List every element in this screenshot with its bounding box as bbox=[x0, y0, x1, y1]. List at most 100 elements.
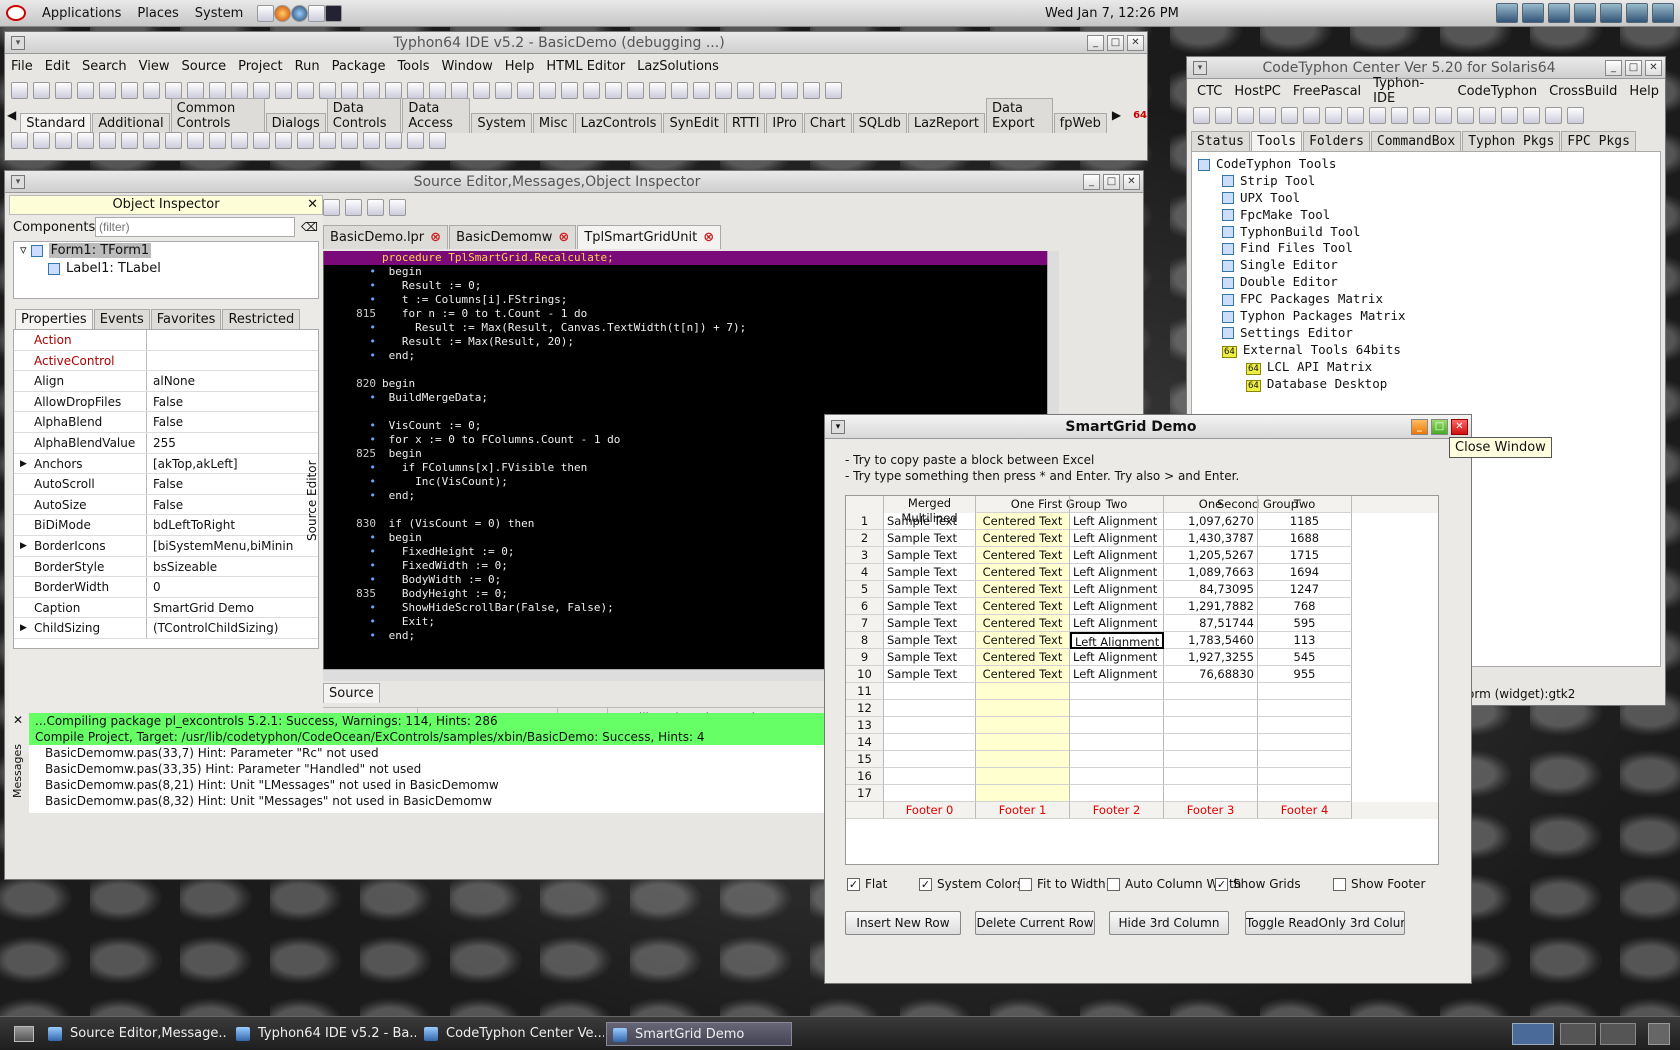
toolbar-action-icon[interactable] bbox=[671, 81, 688, 99]
center-menu-codetyphon[interactable]: CodeTyphon bbox=[1452, 84, 1544, 99]
menu-project[interactable]: Project bbox=[232, 59, 288, 74]
menu-package[interactable]: Package bbox=[326, 59, 392, 74]
palette-tab-synedit[interactable]: SynEdit bbox=[663, 112, 725, 133]
center-tool-icon[interactable] bbox=[1391, 106, 1408, 124]
tools-tree-item[interactable]: 64 External Tools 64bits bbox=[1192, 342, 1660, 359]
cell-value-one[interactable] bbox=[1164, 751, 1258, 768]
cell-left-alignment[interactable]: Left Alignment bbox=[1070, 615, 1164, 632]
component-icon[interactable] bbox=[165, 131, 182, 149]
typhon-tray-icon[interactable] bbox=[1496, 3, 1518, 23]
cell-sample-text[interactable] bbox=[884, 734, 976, 751]
message-line[interactable]: ...Compiling package pl_excontrols 5.2.1… bbox=[29, 713, 829, 729]
delete-current-row-button[interactable]: Delete Current Row bbox=[975, 911, 1095, 935]
center-tool-icon[interactable] bbox=[1237, 106, 1254, 124]
inspector-tab-events[interactable]: Events bbox=[93, 309, 150, 329]
tools-tree-item[interactable]: Settings Editor bbox=[1192, 325, 1660, 342]
cell-centered-text[interactable] bbox=[976, 751, 1070, 768]
cell-value-one[interactable]: 1,205,5267 bbox=[1164, 547, 1258, 564]
cell-left-alignment[interactable]: Left Alignment bbox=[1070, 564, 1164, 581]
grid-spacer[interactable] bbox=[846, 496, 976, 513]
toolbar-action-icon[interactable] bbox=[605, 81, 622, 99]
hide-3rd-column-button[interactable]: Hide 3rd Column bbox=[1109, 911, 1229, 935]
toolbar-action-icon[interactable] bbox=[715, 81, 732, 99]
workspace-2[interactable] bbox=[1560, 1023, 1596, 1045]
row-number[interactable]: 13 bbox=[846, 717, 884, 734]
row-number[interactable]: 6 bbox=[846, 598, 884, 615]
component-icon[interactable] bbox=[253, 131, 270, 149]
cell-value-two[interactable] bbox=[1258, 683, 1352, 700]
checkbox-show-grids[interactable]: ✓ Show Grids bbox=[1215, 877, 1301, 891]
center-tool-icon[interactable] bbox=[1303, 106, 1320, 124]
cell-left-alignment[interactable] bbox=[1070, 785, 1164, 802]
cell-value-one[interactable]: 1,927,3255 bbox=[1164, 649, 1258, 666]
cell-centered-text[interactable] bbox=[976, 717, 1070, 734]
grid-footer[interactable]: Footer 2 bbox=[1070, 802, 1164, 819]
center-tab-fpc-pkgs[interactable]: FPC Pkgs bbox=[1561, 131, 1636, 151]
center-tool-icon[interactable] bbox=[1413, 106, 1430, 124]
toolbar-action-icon[interactable] bbox=[231, 81, 248, 99]
cell-left-alignment[interactable]: Left Alignment bbox=[1070, 547, 1164, 564]
cell-value-one[interactable] bbox=[1164, 683, 1258, 700]
cell-centered-text[interactable] bbox=[976, 768, 1070, 785]
cell-value-two[interactable] bbox=[1258, 700, 1352, 717]
toolbar-action-icon[interactable] bbox=[407, 81, 424, 99]
center-tool-icon[interactable] bbox=[1523, 106, 1540, 124]
home-icon[interactable] bbox=[257, 4, 275, 22]
forward-icon[interactable] bbox=[389, 198, 406, 216]
checkbox-fit-to-width[interactable]: Fit to Width bbox=[1019, 877, 1106, 891]
property-value[interactable]: SmartGrid Demo bbox=[147, 598, 318, 618]
cell-value-one[interactable] bbox=[1164, 734, 1258, 751]
cell-value-one[interactable] bbox=[1164, 785, 1258, 802]
property-value[interactable]: False bbox=[147, 392, 318, 412]
cell-centered-text[interactable] bbox=[976, 734, 1070, 751]
component-icon[interactable] bbox=[209, 131, 226, 149]
property-row[interactable]: AllowDropFiles False bbox=[14, 391, 318, 413]
toolbar-action-icon[interactable] bbox=[143, 81, 160, 99]
component-icon[interactable] bbox=[407, 131, 424, 149]
component-icon[interactable] bbox=[77, 131, 94, 149]
cell-left-alignment[interactable] bbox=[1070, 768, 1164, 785]
tools-tree-item[interactable]: FpcMake Tool bbox=[1192, 207, 1660, 224]
cell-left-alignment[interactable] bbox=[1070, 700, 1164, 717]
component-icon[interactable] bbox=[275, 131, 292, 149]
grid-row[interactable]: 17 bbox=[846, 785, 1438, 802]
cell-left-alignment[interactable] bbox=[1070, 717, 1164, 734]
center-tool-icon[interactable] bbox=[1281, 106, 1298, 124]
cell-sample-text[interactable]: Sample Text bbox=[884, 632, 976, 649]
cell-value-two[interactable] bbox=[1258, 717, 1352, 734]
workspace-3[interactable] bbox=[1600, 1023, 1636, 1045]
property-value[interactable]: False bbox=[147, 495, 318, 515]
tools-tree-item[interactable]: 64 Database Desktop bbox=[1192, 376, 1660, 393]
component-filter-input[interactable] bbox=[95, 217, 295, 237]
toolbar-action-icon[interactable] bbox=[99, 81, 116, 99]
center-menu-hostpc[interactable]: HostPC bbox=[1228, 84, 1287, 99]
cell-centered-text[interactable] bbox=[976, 785, 1070, 802]
menu-view[interactable]: View bbox=[133, 59, 176, 74]
toolbar-action-icon[interactable] bbox=[165, 81, 182, 99]
tab-close-icon[interactable]: ⊗ bbox=[430, 230, 441, 245]
palette-right-arrow-icon[interactable]: ▶ bbox=[1112, 108, 1121, 122]
cell-value-two[interactable]: 1688 bbox=[1258, 530, 1352, 547]
toolbar-action-icon[interactable] bbox=[363, 81, 380, 99]
palette-tab-misc[interactable]: Misc bbox=[532, 112, 574, 133]
cell-left-alignment[interactable] bbox=[1070, 683, 1164, 700]
cell-value-two[interactable] bbox=[1258, 785, 1352, 802]
component-icon[interactable] bbox=[187, 131, 204, 149]
center-tab-folders[interactable]: Folders bbox=[1303, 131, 1370, 151]
center-tool-icon[interactable] bbox=[1501, 106, 1518, 124]
toolbar-action-icon[interactable] bbox=[583, 81, 600, 99]
palette-tab-lazcontrols[interactable]: LazControls bbox=[574, 112, 663, 133]
window-menu-icon[interactable]: ▾ bbox=[11, 174, 25, 189]
grid-footer[interactable]: Footer 3 bbox=[1164, 802, 1258, 819]
workspace-switcher-icon[interactable] bbox=[1512, 1023, 1554, 1045]
timer-tray-icon[interactable] bbox=[1548, 3, 1570, 23]
cell-value-two[interactable]: 113 bbox=[1258, 632, 1352, 649]
cell-value-one[interactable] bbox=[1164, 717, 1258, 734]
cell-value-two[interactable]: 595 bbox=[1258, 615, 1352, 632]
row-number[interactable]: 11 bbox=[846, 683, 884, 700]
row-number[interactable]: 12 bbox=[846, 700, 884, 717]
row-number[interactable]: 9 bbox=[846, 649, 884, 666]
tools-tree-item[interactable]: Typhon Packages Matrix bbox=[1192, 308, 1660, 325]
grid-row[interactable]: 4 Sample Text Centered Text Left Alignment 1… bbox=[846, 564, 1438, 581]
toolbar-action-icon[interactable] bbox=[77, 81, 94, 99]
